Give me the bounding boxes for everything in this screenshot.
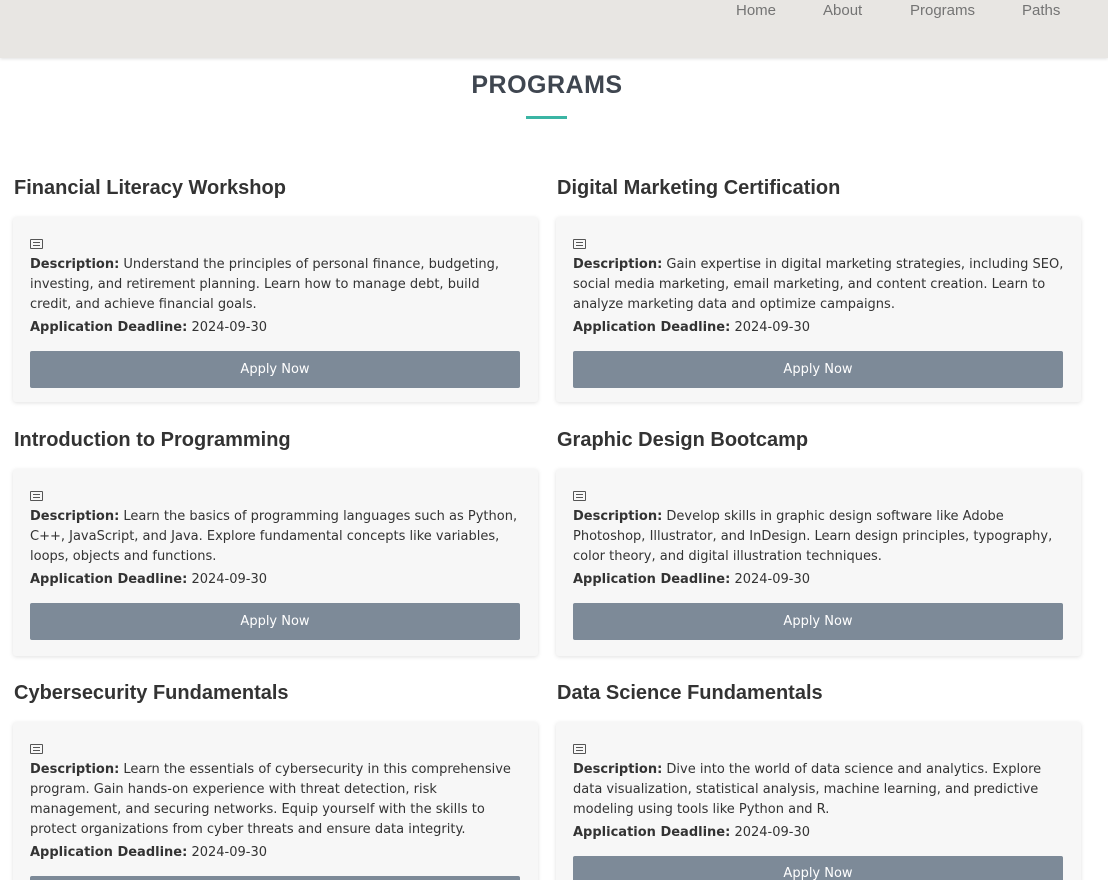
apply-now-button[interactable]: Apply Now <box>30 351 520 388</box>
id-card-icon <box>30 239 43 249</box>
program-title: Cybersecurity Fundamentals <box>14 682 289 704</box>
description-label: Description: <box>30 762 120 777</box>
id-card-icon <box>573 744 586 754</box>
nav-link-home[interactable]: Home <box>736 2 776 19</box>
description-label: Description: <box>30 257 120 272</box>
program-description: Description: Learn the essentials of cyb… <box>30 760 522 840</box>
apply-now-button[interactable]: Apply Now <box>573 351 1063 388</box>
deadline-label: Application Deadline: <box>30 320 188 335</box>
program-card: Description: Develop skills in graphic d… <box>556 469 1081 656</box>
program-deadline: Application Deadline: 2024-09-30 <box>30 843 267 863</box>
program-deadline: Application Deadline: 2024-09-30 <box>30 570 267 590</box>
program-title: Digital Marketing Certification <box>557 177 841 199</box>
title-underline <box>526 116 567 119</box>
nav-link-programs[interactable]: Programs <box>910 2 975 19</box>
description-label: Description: <box>573 762 663 777</box>
program-card: Description: Understand the principles o… <box>13 217 538 402</box>
program-card: Description: Gain expertise in digital m… <box>556 217 1081 402</box>
deadline-value: 2024-09-30 <box>191 320 268 335</box>
program-card: Description: Learn the basics of program… <box>13 469 538 656</box>
program-card: Description: Dive into the world of data… <box>556 722 1081 880</box>
program-title: Introduction to Programming <box>14 429 291 451</box>
id-card-icon <box>30 744 43 754</box>
program-description: Description: Understand the principles o… <box>30 255 522 315</box>
program-description: Description: Dive into the world of data… <box>573 760 1065 820</box>
apply-now-button[interactable]: Apply Now <box>30 876 520 880</box>
deadline-value: 2024-09-30 <box>734 572 811 587</box>
program-title: Financial Literacy Workshop <box>14 177 286 199</box>
description-label: Description: <box>573 257 663 272</box>
description-label: Description: <box>30 509 120 524</box>
deadline-value: 2024-09-30 <box>191 572 268 587</box>
program-deadline: Application Deadline: 2024-09-30 <box>30 318 267 338</box>
apply-now-button[interactable]: Apply Now <box>573 856 1063 880</box>
program-title: Data Science Fundamentals <box>557 682 823 704</box>
deadline-value: 2024-09-30 <box>734 320 811 335</box>
deadline-label: Application Deadline: <box>573 825 731 840</box>
deadline-label: Application Deadline: <box>30 845 188 860</box>
program-deadline: Application Deadline: 2024-09-30 <box>573 823 810 843</box>
id-card-icon <box>573 239 586 249</box>
apply-now-button[interactable]: Apply Now <box>30 603 520 640</box>
description-label: Description: <box>573 509 663 524</box>
program-deadline: Application Deadline: 2024-09-30 <box>573 318 810 338</box>
program-deadline: Application Deadline: 2024-09-30 <box>573 570 810 590</box>
deadline-label: Application Deadline: <box>573 572 731 587</box>
deadline-label: Application Deadline: <box>30 572 188 587</box>
deadline-value: 2024-09-30 <box>191 845 268 860</box>
deadline-value: 2024-09-30 <box>734 825 811 840</box>
program-description: Description: Learn the basics of program… <box>30 507 522 567</box>
id-card-icon <box>573 491 586 501</box>
deadline-label: Application Deadline: <box>573 320 731 335</box>
apply-now-button[interactable]: Apply Now <box>573 603 1063 640</box>
program-description: Description: Develop skills in graphic d… <box>573 507 1065 567</box>
nav-link-paths[interactable]: Paths <box>1022 2 1060 19</box>
program-card: Description: Learn the essentials of cyb… <box>13 722 538 880</box>
page-title: PROGRAMS <box>471 71 623 99</box>
program-title: Graphic Design Bootcamp <box>557 429 809 451</box>
top-navbar: Home About Programs Paths <box>0 0 1108 58</box>
program-description: Description: Gain expertise in digital m… <box>573 255 1065 315</box>
id-card-icon <box>30 491 43 501</box>
nav-link-about[interactable]: About <box>823 2 862 19</box>
